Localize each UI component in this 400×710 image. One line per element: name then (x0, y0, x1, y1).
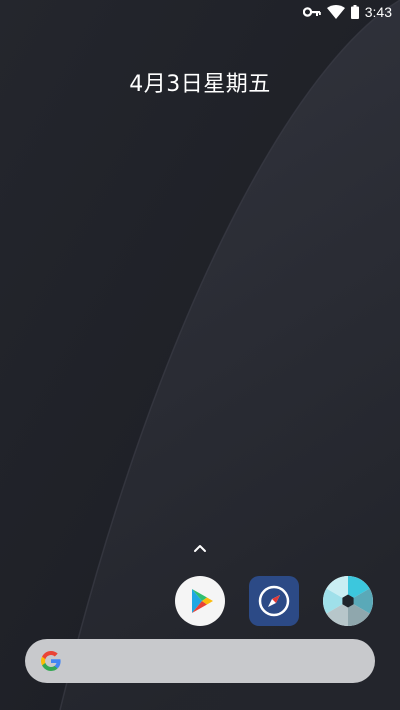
google-search-bar[interactable] (25, 639, 375, 685)
compass-browser-icon (249, 576, 299, 626)
google-g-icon[interactable] (39, 649, 63, 673)
dock-app-camera[interactable] (323, 576, 373, 626)
status-icons: 3:43 (302, 2, 392, 22)
wifi-icon (326, 5, 345, 19)
vpn-key-icon (302, 7, 321, 17)
home-screen: 3:43 4月3日星期五 (0, 0, 400, 710)
play-store-icon (175, 576, 225, 626)
search-input[interactable] (75, 639, 369, 685)
dock-app-play-store[interactable] (175, 576, 225, 626)
app-drawer-handle[interactable] (190, 540, 210, 556)
status-bar: 3:43 (0, 0, 400, 24)
camera-aperture-icon (323, 576, 373, 626)
dock-app-browser[interactable] (249, 576, 299, 626)
status-time: 3:43 (364, 4, 392, 20)
date-widget[interactable]: 4月3日星期五 (0, 66, 400, 98)
chevron-up-icon (194, 545, 206, 552)
battery-icon (350, 5, 359, 19)
